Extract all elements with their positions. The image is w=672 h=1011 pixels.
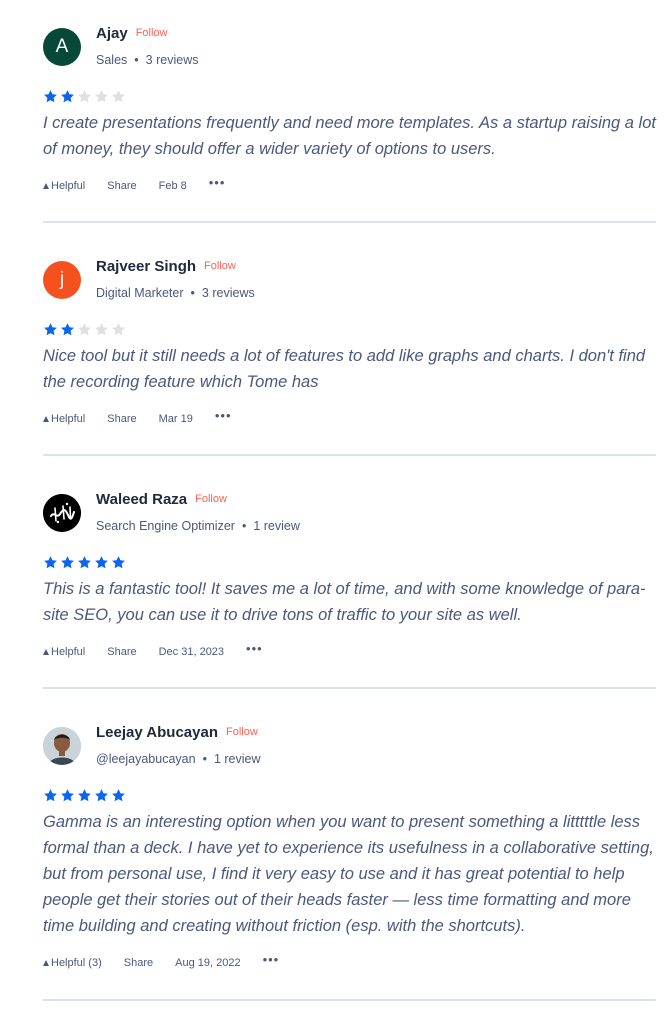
divider [43,454,656,456]
reviewer-headline: @leejayabucayan [96,752,196,766]
review-date: Mar 19 [158,412,193,425]
review-count[interactable]: 1 review [214,752,261,766]
star-filled-icon [78,556,91,569]
avatar[interactable] [43,727,81,765]
review-count[interactable]: 1 review [253,519,300,533]
more-options-icon[interactable]: ••• [209,175,226,190]
reviewer-meta: Digital Marketer • 3 reviews [96,285,255,301]
star-filled-icon [78,789,91,802]
star-filled-icon [44,90,57,103]
star-filled-icon [61,90,74,103]
follow-button[interactable]: Follow [204,260,236,272]
review-count[interactable]: 3 reviews [146,53,199,67]
reviewer-meta: @leejayabucayan • 1 review [96,751,261,767]
reviewer-name-text[interactable]: Ajay [96,25,128,42]
reviewer-name-text[interactable]: Waleed Raza [96,491,187,508]
reviewer-name[interactable]: Rajveer Singh Follow [96,257,236,278]
star-empty-icon [112,323,125,336]
star-rating [43,89,126,104]
review-actions: Helpful Share Dec 31, 2023 ••• [43,641,263,659]
star-empty-icon [112,90,125,103]
review-actions: Helpful Share Feb 8 ••• [43,175,226,193]
separator-dot: • [134,53,139,67]
review-actions: Helpful Share Mar 19 ••• [43,408,232,426]
more-options-icon[interactable]: ••• [246,641,263,656]
share-button[interactable]: Share [107,646,136,658]
star-filled-icon [95,789,108,802]
star-rating [43,788,126,803]
follow-button[interactable]: Follow [136,27,168,39]
upvote-icon [43,415,49,422]
upvote-icon [43,182,49,189]
reviewer-headline: Search Engine Optimizer [96,519,235,533]
divider [43,999,656,1001]
separator-dot: • [241,519,247,533]
star-empty-icon [78,90,91,103]
helpful-button[interactable]: Helpful [43,180,85,192]
share-button[interactable]: Share [107,180,136,192]
upvote-icon [43,648,49,655]
star-filled-icon [44,323,57,336]
share-button[interactable]: Share [107,413,136,425]
star-rating [43,322,126,337]
separator-dot: • [202,752,207,766]
follow-button[interactable]: Follow [195,493,227,505]
review-actions: Helpful (3) Share Aug 19, 2022 ••• [43,952,280,970]
calligraphy-logo-icon [43,494,81,532]
reviewer-headline: Sales [96,53,128,67]
follow-button[interactable]: Follow [226,726,258,738]
reviewer-name[interactable]: Ajay Follow [96,24,167,45]
divider [43,221,656,223]
avatar[interactable]: j [43,261,81,299]
reviewer-name[interactable]: Leejay Abucayan Follow [96,723,258,744]
avatar[interactable] [43,494,81,532]
reviewer-meta: Sales • 3 reviews [96,52,198,68]
star-empty-icon [78,323,91,336]
star-filled-icon [61,323,74,336]
star-rating [43,555,126,570]
reviewer-name-text[interactable]: Rajveer Singh [96,258,196,275]
helpful-label: Helpful (3) [51,956,102,969]
upvote-icon [43,959,49,966]
helpful-button[interactable]: Helpful (3) [43,957,102,969]
review-date: Feb 8 [158,179,187,192]
review-text: I create presentations frequently and ne… [43,114,656,158]
reviewer-name[interactable]: Waleed Raza Follow [96,490,227,511]
review-date: Aug 19, 2022 [175,956,241,969]
person-photo-icon [43,727,81,765]
star-filled-icon [112,789,125,802]
divider [43,687,656,689]
reviewer-headline: Digital Marketer [96,286,184,300]
helpful-label: Helpful [51,179,86,192]
reviewer-meta: Search Engine Optimizer • 1 review [96,518,300,534]
more-options-icon[interactable]: ••• [215,408,232,423]
star-filled-icon [61,789,74,802]
star-filled-icon [44,556,57,569]
avatar[interactable]: A [43,28,81,66]
avatar-initial: A [55,36,69,57]
review-text: Nice tool but it still needs a lot of fe… [43,347,646,391]
helpful-button[interactable]: Helpful [43,646,85,658]
star-filled-icon [95,556,108,569]
reviewer-name-text[interactable]: Leejay Abucayan [96,724,218,741]
review-date: Dec 31, 2023 [158,645,225,658]
star-filled-icon [61,556,74,569]
helpful-button[interactable]: Helpful [43,413,85,425]
review-count[interactable]: 3 reviews [202,286,255,300]
star-empty-icon [95,90,108,103]
review-text: This is a fantastic tool! It saves me a … [43,580,646,624]
avatar-initial: j [59,269,65,290]
separator-dot: • [190,286,195,300]
star-filled-icon [112,556,125,569]
review-text: Gamma is an interesting option when you … [43,813,654,935]
star-empty-icon [95,323,108,336]
star-filled-icon [44,789,57,802]
more-options-icon[interactable]: ••• [263,952,280,967]
helpful-label: Helpful [51,645,86,658]
share-button[interactable]: Share [124,957,153,969]
helpful-label: Helpful [51,412,86,425]
